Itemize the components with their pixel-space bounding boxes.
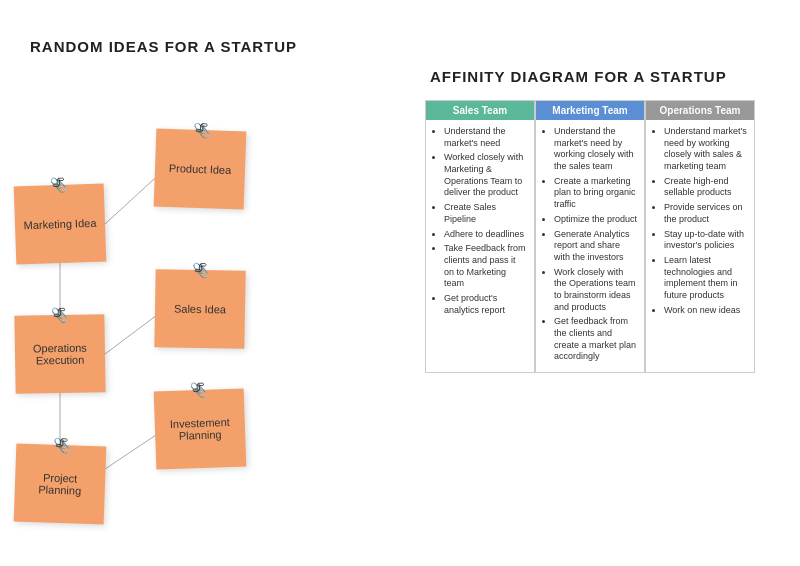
- affinity-header-operations-team: Operations Team: [646, 101, 754, 120]
- sticky-marketing-idea: 🖇Marketing Idea: [14, 183, 107, 264]
- sticky-operations-execution: 🖇Operations Execution: [14, 314, 105, 394]
- sticky-investement-planning: 🖇Investement Planning: [154, 388, 247, 469]
- page-title: RANDOM IDEAS FOR A STARTUP: [30, 38, 297, 55]
- affinity-list-item: Get product's analytics report: [444, 293, 528, 316]
- affinity-body-sales-team: Understand the market's need Worked close…: [426, 120, 534, 372]
- affinity-list-item: Work closely with the Operations team to…: [554, 267, 638, 314]
- affinity-list-item: Optimize the product: [554, 214, 638, 226]
- affinity-title: AFFINITY DIAGRAM FOR A STARTUP: [430, 68, 727, 85]
- affinity-list-item: Take Feedback from clients and pass it o…: [444, 243, 528, 290]
- affinity-header-marketing-team: Marketing Team: [536, 101, 644, 120]
- sticky-sales-idea: 🖇Sales Idea: [154, 269, 245, 349]
- affinity-body-marketing-team: Understand the market's need by working …: [536, 120, 644, 372]
- affinity-list-item: Create a marketing plan to bring organic…: [554, 176, 638, 211]
- affinity-col-marketing-team: Marketing Team Understand the market's ne…: [535, 100, 645, 373]
- affinity-col-operations-team: Operations Team Understand market's need …: [645, 100, 755, 373]
- affinity-list-item: Work on new ideas: [664, 305, 748, 317]
- affinity-body-operations-team: Understand market's need by working clos…: [646, 120, 754, 372]
- sticky-project-planning: 🖇Project Planning: [14, 443, 107, 524]
- affinity-header-sales-team: Sales Team: [426, 101, 534, 120]
- sticky-product-idea: 🖇Product Idea: [154, 128, 247, 209]
- affinity-list-item: Worked closely with Marketing & Operatio…: [444, 152, 528, 199]
- affinity-list-item: Stay up-to-date with investor's policies: [664, 229, 748, 252]
- affinity-col-sales-team: Sales Team Understand the market's need Wo…: [425, 100, 535, 373]
- affinity-list-item: Understand the market's need: [444, 126, 528, 149]
- affinity-list-item: Create high-end sellable products: [664, 176, 748, 199]
- affinity-list-item: Create Sales Pipeline: [444, 202, 528, 225]
- affinity-list-item: Provide services on the product: [664, 202, 748, 225]
- affinity-list-item: Get feedback from the clients and create…: [554, 316, 638, 363]
- affinity-list-item: Understand market's need by working clos…: [664, 126, 748, 173]
- affinity-list-item: Understand the market's need by working …: [554, 126, 638, 173]
- affinity-list-item: Learn latest technologies and implement …: [664, 255, 748, 302]
- affinity-list-item: Generate Analytics report and share with…: [554, 229, 638, 264]
- affinity-list-item: Adhere to deadlines: [444, 229, 528, 241]
- affinity-diagram: Sales Team Understand the market's need Wo…: [425, 100, 755, 373]
